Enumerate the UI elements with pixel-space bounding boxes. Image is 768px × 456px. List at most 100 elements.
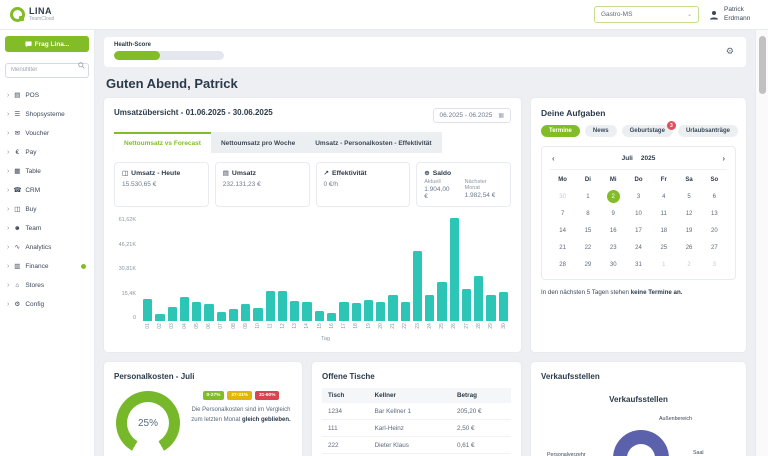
- bar-day-26: [450, 218, 459, 321]
- x-tick-label: 21: [388, 323, 397, 333]
- chevron-right-icon: ›: [7, 244, 9, 251]
- tasks-tab-urlaubsanträge[interactable]: Urlaubsanträge: [678, 125, 738, 137]
- calendar-day[interactable]: 29: [575, 258, 600, 272]
- calendar-day[interactable]: 28: [550, 258, 575, 272]
- calendar-day[interactable]: 5: [676, 190, 701, 204]
- bar-day-25: [437, 282, 446, 321]
- settings-gear-icon[interactable]: ⚙: [726, 46, 734, 57]
- calendar-day[interactable]: 7: [550, 207, 575, 221]
- sidebar-item-team[interactable]: ›☻Team: [5, 219, 89, 238]
- calendar-day[interactable]: 17: [626, 224, 651, 238]
- voucher-icon: ✉: [13, 129, 21, 137]
- calendar-day[interactable]: 3: [626, 190, 651, 204]
- x-tick-label: 19: [364, 323, 373, 333]
- sidebar-item-label: Stores: [25, 282, 44, 289]
- x-tick-label: 03: [168, 323, 177, 333]
- calendar-day[interactable]: 8: [575, 207, 600, 221]
- calendar-day[interactable]: 15: [575, 224, 600, 238]
- sidebar-item-voucher[interactable]: ›✉Voucher: [5, 124, 89, 143]
- user-menu[interactable]: Patrick Erdmann: [709, 6, 758, 22]
- sidebar-item-crm[interactable]: ›☎CRM: [5, 181, 89, 200]
- calendar-day[interactable]: 11: [651, 207, 676, 221]
- calendar-day[interactable]: 2: [676, 258, 701, 272]
- calendar-day[interactable]: 12: [676, 207, 701, 221]
- date-range-picker[interactable]: 06.2025 - 06.2025 ▦: [433, 108, 511, 123]
- calendar-prev-button[interactable]: ‹: [550, 154, 557, 163]
- tasks-card-title: Deine Aufgaben: [541, 108, 736, 118]
- x-tick-label: 16: [327, 323, 336, 333]
- tasks-tab-geburtstage[interactable]: Geburtstage3: [622, 125, 673, 137]
- sidebar-item-buy[interactable]: ›◫Buy: [5, 200, 89, 219]
- tenant-select[interactable]: Gastro-MS ⌄: [594, 6, 699, 23]
- kpi-label: ◫Umsatz - Heute: [122, 169, 201, 177]
- table-row: 111Karl-Heinz2,50 €: [322, 420, 511, 437]
- bar-day-19: [364, 300, 373, 321]
- tasks-tab-termine[interactable]: Termine: [541, 125, 580, 137]
- chevron-right-icon: ›: [7, 206, 9, 213]
- calendar-day[interactable]: 27: [702, 241, 727, 255]
- bar-day-07: [217, 312, 226, 321]
- sidebar-item-shopsysteme[interactable]: ›☰Shopsysteme: [5, 105, 89, 124]
- calendar-day[interactable]: 3: [702, 258, 727, 272]
- page-scrollbar[interactable]: [755, 30, 768, 456]
- scrollbar-thumb[interactable]: [759, 36, 766, 94]
- sidebar-item-config[interactable]: ›⚙Config: [5, 295, 89, 314]
- calendar-day[interactable]: 10: [626, 207, 651, 221]
- tasks-note: In den nächsten 5 Tagen stehen keine Ter…: [541, 289, 736, 296]
- calendar-day[interactable]: 16: [601, 224, 626, 238]
- calendar-day[interactable]: 24: [626, 241, 651, 255]
- bar-day-21: [388, 295, 397, 321]
- calendar-day[interactable]: 1: [651, 258, 676, 272]
- calendar-day[interactable]: 31: [626, 258, 651, 272]
- calendar-day[interactable]: 20: [702, 224, 727, 238]
- sidebar-item-table[interactable]: ›▦Table: [5, 162, 89, 181]
- calendar-day[interactable]: 19: [676, 224, 701, 238]
- calendar-day[interactable]: 22: [575, 241, 600, 255]
- calendar-day[interactable]: 4: [651, 190, 676, 204]
- chevron-down-icon: ⌄: [687, 11, 692, 18]
- ask-lina-button[interactable]: Frag Lina...: [5, 36, 89, 52]
- sidebar-item-stores[interactable]: ›⌂Stores: [5, 276, 89, 295]
- tab-1[interactable]: Nettoumsatz vs Forecast: [114, 132, 211, 153]
- calendar-day[interactable]: 1: [575, 190, 600, 204]
- table-cell: Bar Kellner 1: [369, 403, 451, 420]
- calendar-day[interactable]: 2: [607, 190, 620, 203]
- calendar-day[interactable]: 21: [550, 241, 575, 255]
- tasks-tab-news[interactable]: News: [585, 125, 617, 137]
- open-tables-table: TischKellnerBetrag 1234Bar Kellner 1205,…: [322, 388, 511, 456]
- pie-slice-label: Personalverzehr: [547, 452, 586, 456]
- sidebar-item-label: Shopsysteme: [25, 111, 64, 118]
- calendar-day[interactable]: 9: [601, 207, 626, 221]
- chat-bubble-icon: [25, 41, 32, 48]
- pie-slice-label: Außenbereich: [659, 416, 692, 422]
- sidebar-item-finance[interactable]: ›▥Finance: [5, 257, 89, 276]
- bar-day-14: [302, 302, 311, 321]
- calendar-day[interactable]: 13: [702, 207, 727, 221]
- bar-chart: 61,62K46,21K30,81K15,4K0 010203040506070…: [114, 217, 511, 342]
- config-icon: ⚙: [13, 300, 21, 308]
- menu-filter-input[interactable]: [5, 63, 89, 78]
- table-icon: ▦: [13, 167, 21, 175]
- calendar-weekday: So: [702, 174, 727, 187]
- sales-points-card: Verkaufsstellen Verkaufsstellen Außenber…: [531, 362, 746, 456]
- calendar-day[interactable]: 25: [651, 241, 676, 255]
- calendar-day[interactable]: 14: [550, 224, 575, 238]
- tenant-select-value: Gastro-MS: [601, 11, 632, 18]
- sidebar-item-analytics[interactable]: ›∿Analytics: [5, 238, 89, 257]
- tab-3[interactable]: Umsatz - Personalkosten - Effektivität: [305, 132, 441, 153]
- calendar-day[interactable]: 30: [550, 190, 575, 204]
- x-tick-label: 08: [229, 323, 238, 333]
- calendar-day[interactable]: 6: [702, 190, 727, 204]
- bar-day-01: [143, 299, 152, 321]
- calendar-day[interactable]: 23: [601, 241, 626, 255]
- kpi-label: ▤Umsatz: [223, 169, 302, 177]
- tab-2[interactable]: Nettoumsatz pro Woche: [211, 132, 305, 153]
- lina-logo-icon: [10, 7, 25, 22]
- sidebar-item-pos[interactable]: ›▤POS: [5, 86, 89, 105]
- calendar-day[interactable]: 30: [601, 258, 626, 272]
- sidebar-item-pay[interactable]: ›€Pay: [5, 143, 89, 162]
- calendar-day[interactable]: 18: [651, 224, 676, 238]
- calendar-day[interactable]: 26: [676, 241, 701, 255]
- bar-day-10: [253, 308, 262, 321]
- calendar-next-button[interactable]: ›: [720, 154, 727, 163]
